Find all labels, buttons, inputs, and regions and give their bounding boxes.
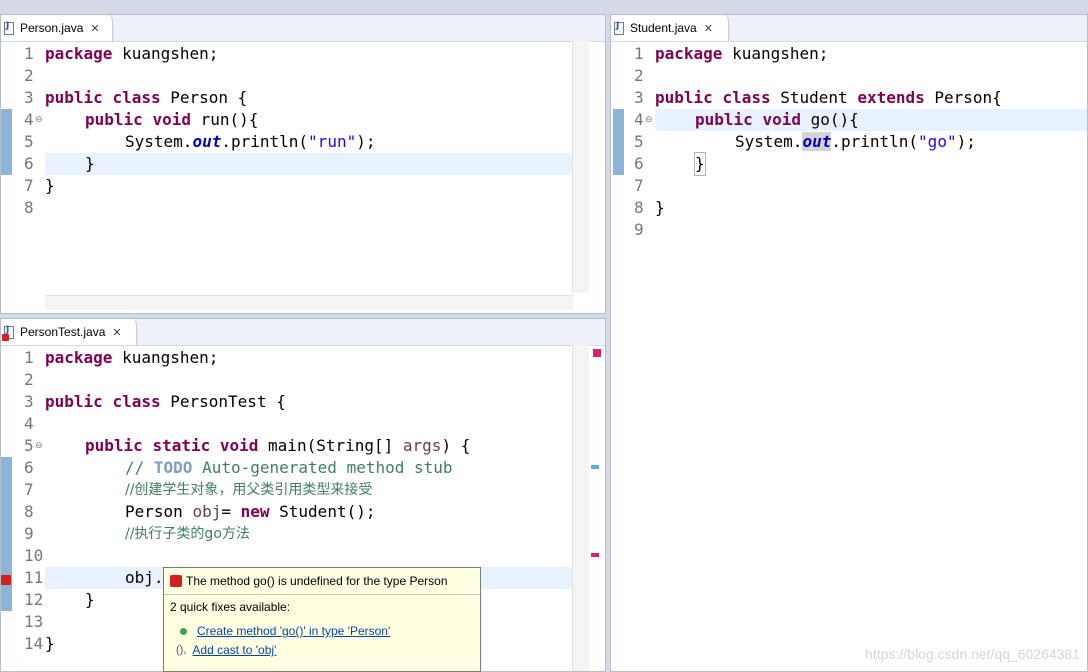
code-line-6: } (85, 154, 95, 173)
line-number: 7 (24, 176, 34, 195)
person-code-editor[interactable]: 1 2 3 4 5 6 7 8 ⊖ package kuangshen; pub… (1, 41, 605, 313)
quick-fix-item-1[interactable]: Create method 'go()' in type 'Person' (180, 624, 390, 638)
person-tab-bar: Person.java ✕ (1, 15, 605, 42)
quick-fix-title: The method go() is undefined for the typ… (186, 574, 448, 588)
quick-fix-count: 2 quick fixes available: (170, 600, 291, 614)
fold-collapse-icon[interactable]: ⊖ (35, 109, 43, 131)
code-line-13: } (45, 634, 55, 653)
code-line-3: public class PersonTest { (45, 392, 286, 411)
tab-label: PersonTest.java (20, 325, 106, 339)
line-number: 11 (24, 568, 44, 587)
code-line-5: public static void main(String[] args) { (85, 436, 471, 455)
line-number: 9 (634, 220, 644, 239)
tab-label: Person.java (20, 21, 84, 35)
line-number: 8 (24, 198, 34, 217)
code-line-7: //创建学生对象，用父类引用类型来接受 (125, 482, 373, 498)
watermark: https://blog.csdn.net/qq_60264381 (865, 646, 1080, 662)
vertical-scrollbar[interactable] (572, 345, 589, 671)
person-editor-pane: Person.java ✕ 1 2 3 4 5 6 7 8 ⊖ package … (0, 14, 606, 314)
tab-student-java[interactable]: Student.java ✕ (611, 15, 729, 41)
line-number: 7 (634, 176, 644, 195)
line-number: 13 (24, 612, 44, 631)
line-number: 6 (634, 154, 644, 173)
code-line-7: } (45, 176, 55, 195)
quick-fix-link[interactable]: Create method 'go()' in type 'Person' (197, 624, 390, 638)
close-icon[interactable]: ✕ (90, 22, 99, 35)
code-line-1: package kuangshen; (45, 348, 219, 367)
code-line-1: package kuangshen; (45, 44, 219, 63)
tab-persontest-java[interactable]: PersonTest.java ✕ (1, 319, 137, 345)
line-number: 5 (24, 132, 34, 151)
line-number: 4 (24, 414, 34, 433)
change-marker (613, 109, 624, 175)
horizontal-scrollbar[interactable] (45, 295, 573, 310)
change-marker (1, 109, 12, 175)
code-line-1: package kuangshen; (655, 44, 829, 63)
overview-task-marker[interactable] (591, 465, 599, 469)
line-number: 1 (24, 44, 34, 63)
line-number: 14 (24, 634, 44, 653)
line-number-gutter: 1 2 3 4 5 6 7 8 (14, 41, 44, 313)
code-area: package kuangshen; public class Person {… (45, 41, 605, 313)
code-line-5: System.out.println("go"); (735, 132, 976, 151)
overview-error-marker[interactable] (593, 349, 601, 357)
change-marker (1, 457, 12, 611)
close-icon[interactable]: ✕ (704, 22, 713, 35)
code-area: package kuangshen; public class Student … (655, 41, 1087, 671)
vertical-scrollbar[interactable] (572, 41, 589, 293)
line-number: 12 (24, 590, 44, 609)
line-number: 8 (634, 198, 644, 217)
line-number-gutter: 1 2 3 4 5 6 7 8 9 10 11 12 13 14 (14, 345, 44, 671)
line-number: 1 (634, 44, 644, 63)
method-icon (180, 627, 187, 635)
line-number: 8 (24, 502, 34, 521)
code-line-11: } (85, 590, 95, 609)
java-file-icon (614, 21, 624, 35)
tab-person-java[interactable]: Person.java ✕ (1, 15, 113, 41)
line-number: 7 (24, 480, 34, 499)
code-line-5: System.out.println("run"); (125, 132, 376, 151)
line-number: 1 (24, 348, 34, 367)
line-number: 5 (634, 132, 644, 151)
code-line-6: // TODO Auto-generated method stub (125, 458, 453, 477)
line-number: 2 (634, 66, 644, 85)
code-line-6: } (694, 152, 706, 176)
line-number: 3 (634, 88, 644, 107)
java-file-icon (4, 21, 14, 35)
persontest-tab-bar: PersonTest.java ✕ (1, 319, 605, 346)
line-number-gutter: 1 2 3 4 5 6 7 8 9 (624, 41, 654, 671)
quick-fix-item-2[interactable]: (), Add cast to 'obj' (176, 643, 276, 657)
student-editor-pane: Student.java ✕ 1 2 3 4 5 6 7 8 9 ⊖ packa… (610, 14, 1088, 672)
code-line-4: public void run(){ (85, 110, 259, 129)
quick-fix-link[interactable]: Add cast to 'obj' (192, 643, 276, 657)
error-marker-icon[interactable] (1, 575, 11, 585)
cast-icon: (), (176, 644, 187, 656)
line-number: 2 (24, 370, 34, 389)
line-number: 9 (24, 524, 34, 543)
code-line-8: Person obj= new Student(); (125, 502, 376, 521)
code-line-4: public void go(){ (695, 110, 859, 129)
fold-collapse-icon[interactable]: ⊖ (35, 435, 43, 457)
line-number: 3 (24, 392, 34, 411)
code-line-3: public class Person { (45, 88, 248, 107)
line-number: 2 (24, 66, 34, 85)
fold-collapse-icon[interactable]: ⊖ (645, 109, 653, 131)
quick-fix-popup: The method go() is undefined for the typ… (163, 567, 481, 672)
line-number: 6 (24, 154, 34, 173)
code-line-9: //执行子类的go方法 (125, 526, 250, 542)
student-code-editor[interactable]: 1 2 3 4 5 6 7 8 9 ⊖ package kuangshen; p… (611, 41, 1087, 671)
line-number: 10 (24, 546, 44, 565)
line-number: 6 (24, 458, 34, 477)
tab-label: Student.java (630, 21, 697, 35)
close-icon[interactable]: ✕ (112, 326, 121, 339)
quick-fix-header: The method go() is undefined for the typ… (164, 568, 480, 595)
student-tab-bar: Student.java ✕ (611, 15, 1087, 42)
overview-error-line-marker[interactable] (591, 553, 599, 557)
line-number: 3 (24, 88, 34, 107)
error-icon (170, 575, 182, 587)
code-line-3: public class Student extends Person{ (655, 88, 1002, 107)
code-line-8: } (655, 198, 665, 217)
java-file-error-icon (2, 325, 14, 341)
